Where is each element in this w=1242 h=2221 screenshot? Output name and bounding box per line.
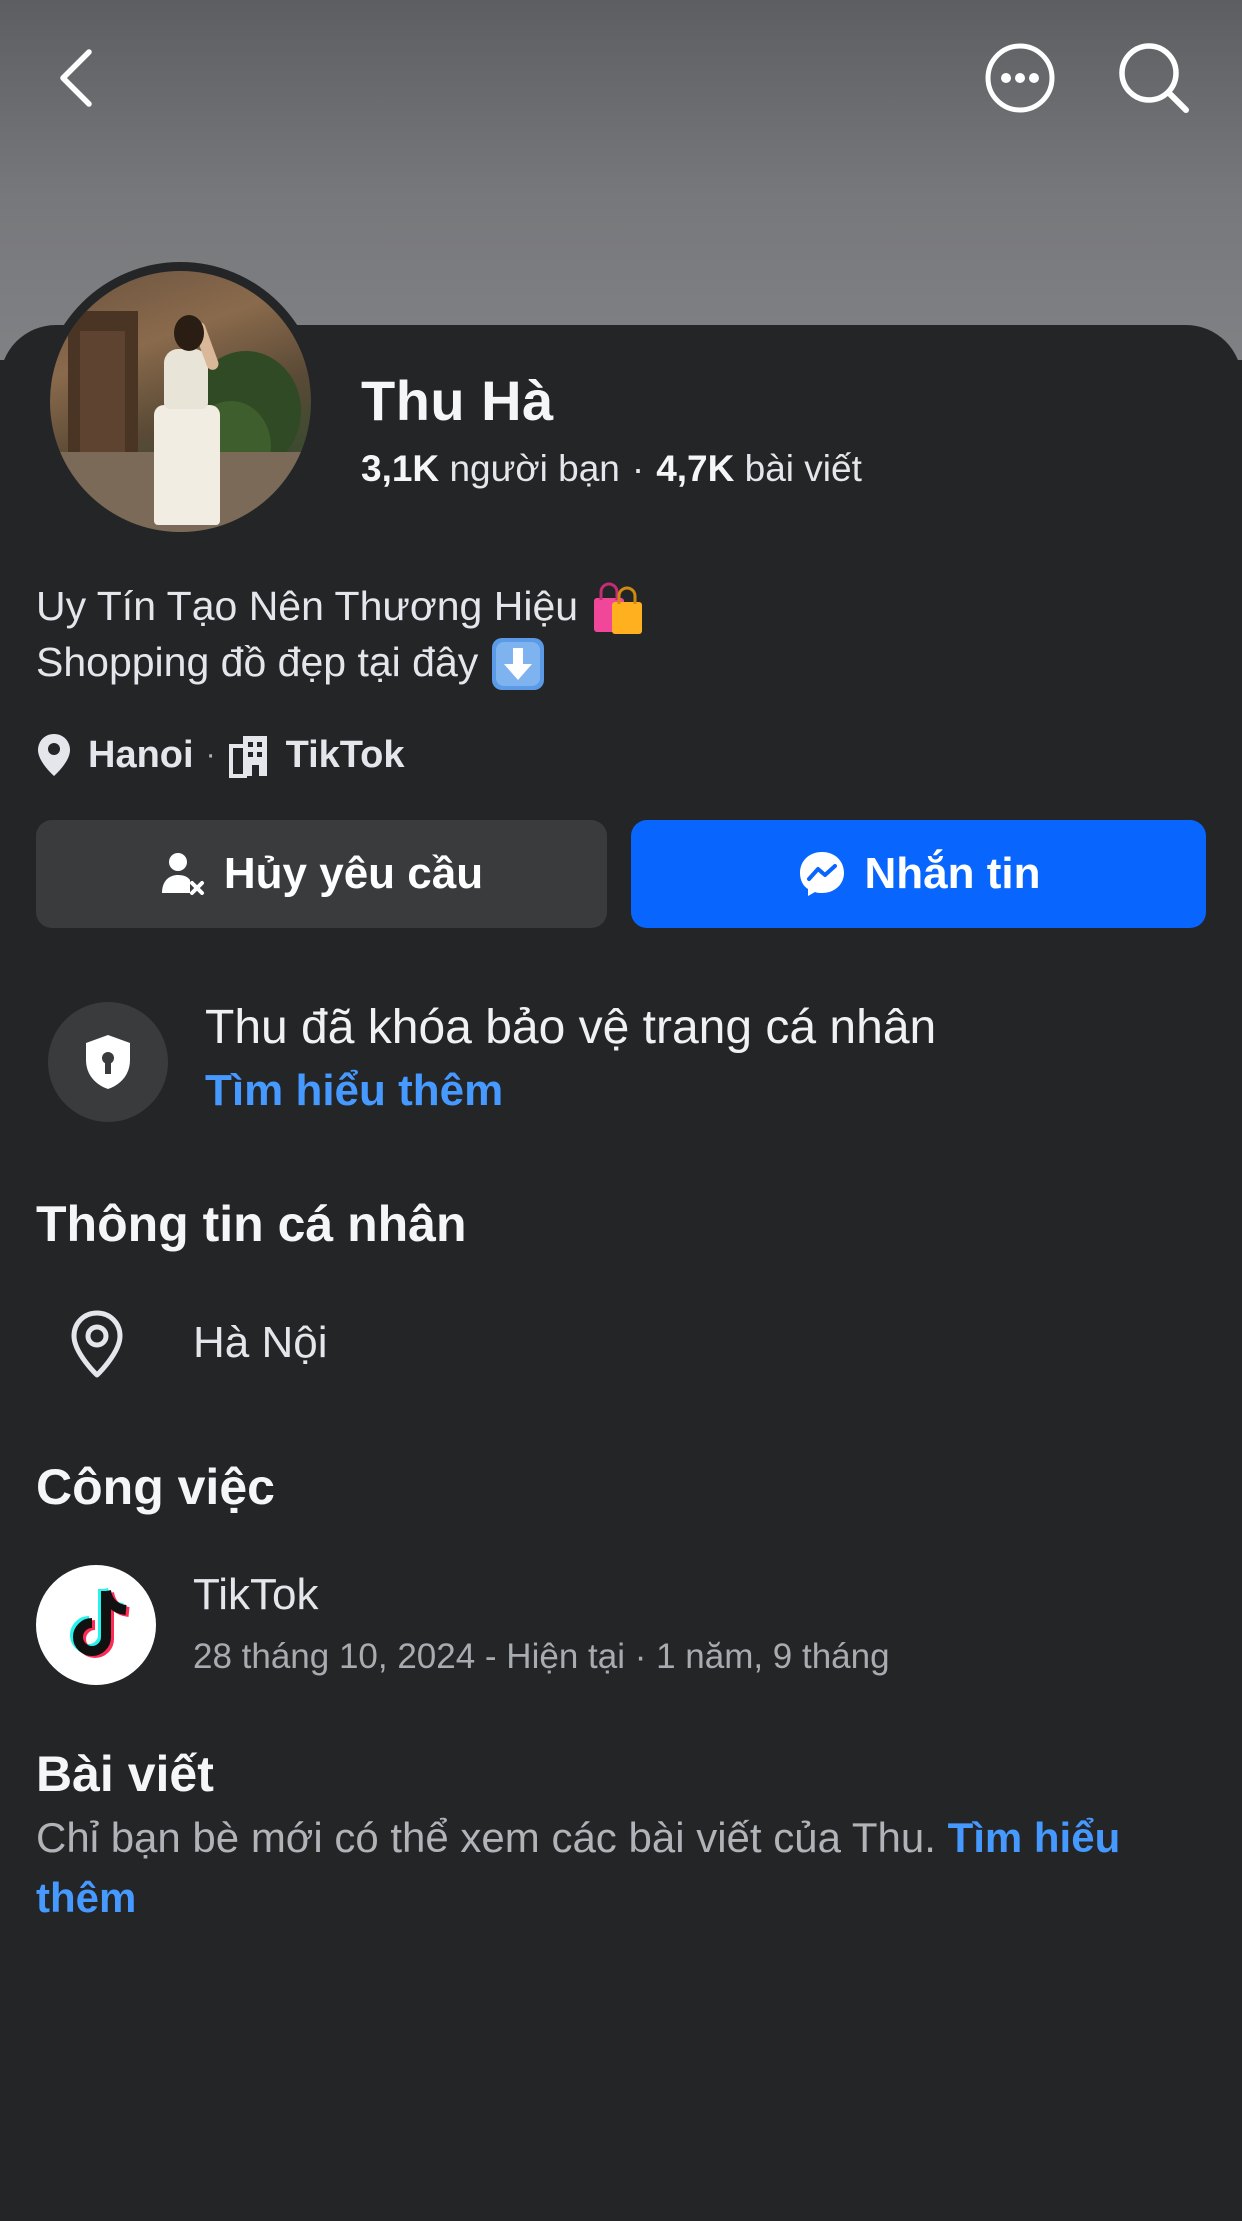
work-heading: Công việc xyxy=(36,1459,275,1515)
personal-info-location: Hà Nội xyxy=(193,1318,328,1367)
profile-name: Thu Hà xyxy=(361,369,554,432)
profile-stats: 3,1K người bạn · 4,7K bài viết xyxy=(361,448,862,490)
posts-count: 4,7K xyxy=(656,448,735,489)
messenger-icon xyxy=(799,852,844,896)
bio-line-2: Shopping đồ đẹp tại đây xyxy=(36,639,479,685)
location-pin-icon xyxy=(38,734,70,776)
bio-line-1: Uy Tín Tạo Nên Thương Hiệu xyxy=(36,583,579,629)
profile-bio: Uy Tín Tạo Nên Thương Hiệu Shopping đồ đ… xyxy=(36,578,643,690)
cancel-request-label: Hủy yêu cầu xyxy=(223,849,484,898)
stats-separator: · xyxy=(631,448,645,489)
building-icon xyxy=(228,736,267,778)
down-arrow-emoji-icon xyxy=(490,636,545,690)
tiktok-logo-icon[interactable] xyxy=(36,1565,156,1685)
meta-separator: · xyxy=(205,738,216,771)
profile-meta: Hanoi · TikTok xyxy=(36,730,405,780)
posts-description-text: Chỉ bạn bè mới có thể xem các bài viết c… xyxy=(36,1814,936,1861)
work-company[interactable]: TikTok xyxy=(193,1570,319,1620)
chevron-left-icon xyxy=(60,49,92,107)
meta-workplace[interactable]: TikTok xyxy=(286,734,405,777)
profile-photo xyxy=(50,271,311,532)
cancel-request-button[interactable]: Hủy yêu cầu xyxy=(36,820,607,928)
back-button[interactable] xyxy=(40,40,110,116)
profile-page: Thu Hà 3,1K người bạn · 4,7K bài viết Uy T… xyxy=(0,0,1242,2221)
more-icon xyxy=(985,43,1055,113)
location-pin-icon xyxy=(71,1310,123,1378)
avatar[interactable] xyxy=(41,262,320,541)
lock-notice-learn-more-link[interactable]: Tìm hiểu thêm xyxy=(205,1066,503,1116)
friends-count[interactable]: 3,1K xyxy=(361,448,439,489)
shield-lock-icon xyxy=(86,1035,130,1089)
posts-description: Chỉ bạn bè mới có thể xem các bài viết c… xyxy=(36,1808,1206,1928)
posts-heading: Bài viết xyxy=(36,1746,214,1802)
more-button[interactable] xyxy=(984,42,1056,114)
work-period: 28 tháng 10, 2024 - Hiện tại · 1 năm, 9 … xyxy=(193,1637,890,1676)
profile-lock-badge xyxy=(48,1002,168,1122)
posts-label: bài viết xyxy=(744,448,862,489)
cancel-friend-request-icon xyxy=(161,853,204,895)
friends-label[interactable]: người bạn xyxy=(449,448,619,489)
lock-notice-title: Thu đã khóa bảo vệ trang cá nhân xyxy=(205,1001,937,1054)
shopping-bags-emoji-icon xyxy=(590,580,643,634)
search-icon xyxy=(1119,43,1189,113)
message-button[interactable]: Nhắn tin xyxy=(631,820,1206,928)
search-button[interactable] xyxy=(1116,40,1192,116)
meta-location[interactable]: Hanoi xyxy=(88,734,194,777)
personal-info-heading: Thông tin cá nhân xyxy=(36,1196,467,1252)
message-label: Nhắn tin xyxy=(864,849,1041,898)
